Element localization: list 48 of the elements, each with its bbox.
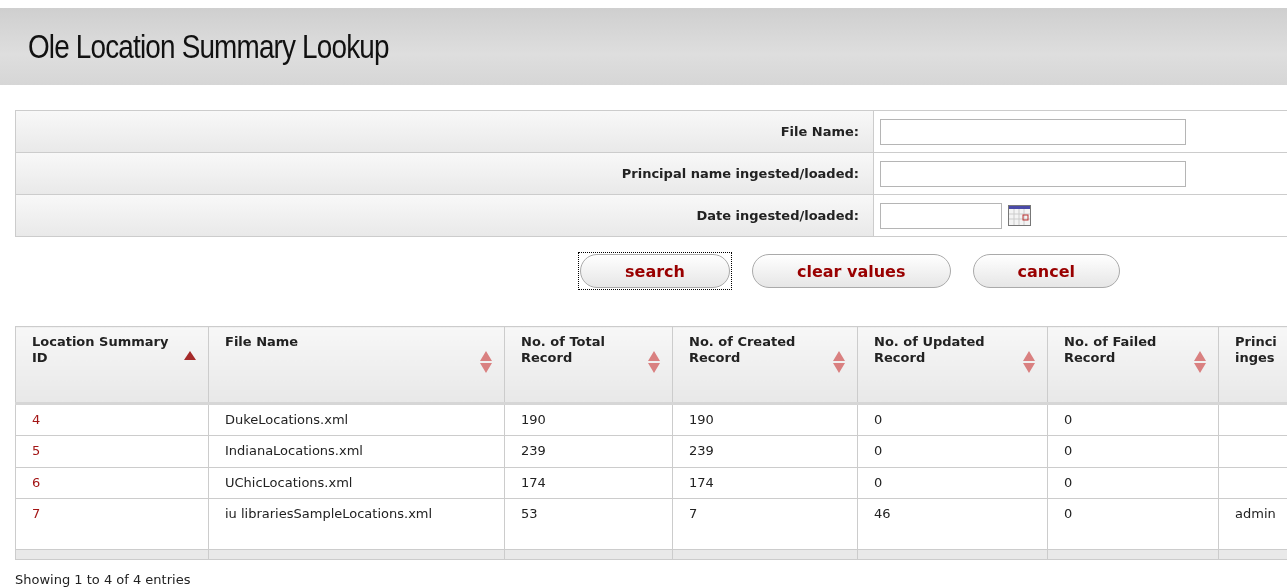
table-cell: 7: [689, 505, 698, 521]
sort-icon[interactable]: [648, 351, 660, 373]
table-cell: 190: [689, 412, 714, 427]
sort-icon[interactable]: [1023, 351, 1035, 373]
column-header[interactable]: No. of Updated Record: [857, 326, 1048, 404]
field-label: Principal name ingested/loaded:: [16, 153, 874, 194]
table-cell: 0: [874, 474, 883, 490]
field-label: File Name:: [16, 111, 874, 152]
table-cell: 53: [521, 505, 538, 521]
table-cell: 46: [874, 505, 891, 521]
input-field[interactable]: [880, 160, 1186, 187]
table-cell: 239: [521, 443, 546, 459]
id-link[interactable]: 4: [32, 412, 41, 427]
table-cell: iu librariesSampleLocations.xml: [225, 505, 433, 521]
table-cell: 0: [874, 412, 883, 427]
field-label: Date ingested/loaded:: [16, 195, 874, 236]
page-title: Ole Location Summary Lookup: [28, 27, 389, 66]
entries-info: Showing 1 to 4 of 4 entries: [15, 571, 192, 587]
column-header[interactable]: Princi inges: [1218, 326, 1287, 404]
sort-icon[interactable]: [833, 351, 845, 373]
table-cell: DukeLocations.xml: [225, 412, 349, 427]
table-cell: 0: [1064, 412, 1073, 427]
column-header[interactable]: No. of Total Record: [504, 326, 673, 404]
action-button[interactable]: search: [578, 252, 732, 290]
column-header[interactable]: No. of Failed Record: [1047, 326, 1219, 404]
table-cell: 174: [689, 474, 714, 490]
column-header[interactable]: No. of Created Record: [672, 326, 858, 404]
sort-icon[interactable]: [480, 351, 492, 373]
table-cell: IndianaLocations.xml: [225, 443, 363, 459]
table-cell: 174: [521, 474, 546, 490]
table-cell: 0: [1064, 474, 1073, 490]
id-link[interactable]: 5: [32, 443, 41, 459]
sort-ascending-icon[interactable]: [184, 351, 196, 360]
table-cell: 0: [1064, 505, 1073, 521]
id-link[interactable]: 7: [32, 505, 41, 521]
table-cell: 0: [874, 443, 883, 459]
table-cell: 239: [689, 443, 714, 459]
calendar-icon[interactable]: [1008, 205, 1031, 226]
column-header[interactable]: File Name: [208, 326, 505, 404]
id-link[interactable]: 6: [32, 474, 41, 490]
date-field[interactable]: [880, 202, 1002, 229]
table-cell: 0: [1064, 443, 1073, 459]
column-header[interactable]: Location Summary ID: [15, 326, 209, 404]
input-field[interactable]: [880, 118, 1186, 145]
sort-icon[interactable]: [1194, 351, 1206, 373]
table-cell: 190: [521, 412, 546, 427]
table-cell: UChicLocations.xml: [225, 474, 353, 490]
table-cell: admin: [1235, 505, 1276, 521]
